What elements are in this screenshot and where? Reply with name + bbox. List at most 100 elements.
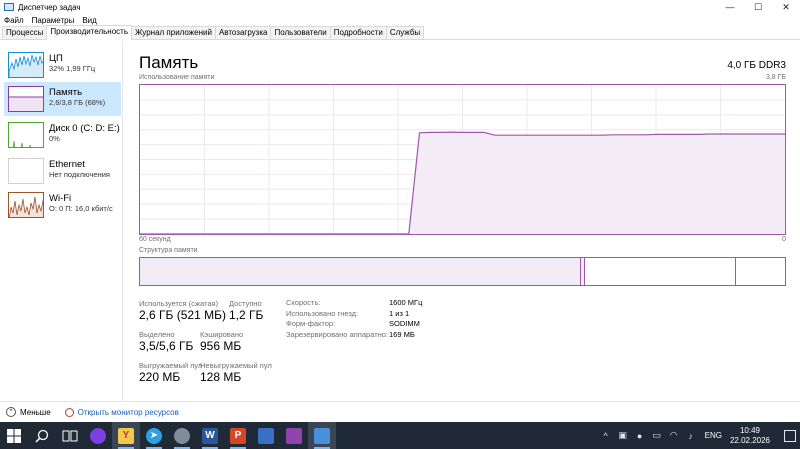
telegram-icon: ➤ xyxy=(146,427,162,444)
system-tray: ^ ▣ ● ▭ ◠ ♪ ENG 10:49 22.02.2026 xyxy=(599,422,800,449)
stat-label: Выделено xyxy=(139,330,175,339)
archive-icon xyxy=(286,427,302,444)
prop-key: Скорость: xyxy=(286,298,321,307)
structure-label: Структура памяти xyxy=(139,247,198,254)
yandex-browser-button[interactable]: Y xyxy=(112,422,140,449)
sidebar-item-memory[interactable]: Память 2,6/3,8 ГБ (68%) xyxy=(4,82,121,116)
minimize-button[interactable]: — xyxy=(716,0,744,14)
stat-paged-pool: Выгружаемый пул 220 МБ xyxy=(139,361,202,385)
word-icon: W xyxy=(202,427,218,444)
tab-performance[interactable]: Производительность xyxy=(46,25,132,40)
prop-value: 1600 МГц xyxy=(389,298,423,307)
task-manager-icon xyxy=(314,427,330,444)
sidebar-item-sub: О: 0 П: 16,0 кбит/с xyxy=(49,204,113,213)
tab-users[interactable]: Пользователи xyxy=(270,26,331,39)
memory-thumbnail xyxy=(8,86,44,112)
powerpoint-icon: P xyxy=(230,427,246,444)
window-title: Диспетчер задач xyxy=(18,2,81,12)
tray-app-icon[interactable]: ▣ xyxy=(616,429,630,443)
sidebar-item-wifi[interactable]: Wi-Fi О: 0 П: 16,0 кбит/с xyxy=(4,188,121,222)
stat-nonpaged-pool: Невыгружаемый пул 128 МБ xyxy=(200,361,272,385)
floppy-icon xyxy=(258,427,274,444)
close-button[interactable]: ✕ xyxy=(772,0,800,14)
stat-value: 128 МБ xyxy=(200,370,242,384)
app-icon xyxy=(174,427,190,444)
telegram-button[interactable]: ➤ xyxy=(140,422,168,449)
yandex-browser-icon: Y xyxy=(118,427,134,444)
stat-available: Доступно 1,2 ГБ xyxy=(229,299,263,323)
notifications-icon[interactable] xyxy=(784,429,796,442)
prop-value: 169 МБ xyxy=(389,329,415,339)
composition-free xyxy=(736,258,785,285)
menu-file[interactable]: Файл xyxy=(4,16,24,25)
sidebar-item-sub: 0% xyxy=(49,134,60,143)
search-icon xyxy=(35,429,49,443)
tab-app-history[interactable]: Журнал приложений xyxy=(131,26,216,39)
stat-value: 2,6 ГБ (521 МБ) xyxy=(139,308,226,322)
open-resource-monitor-link[interactable]: Открыть монитор ресурсов xyxy=(78,408,179,417)
sidebar-item-label: Ethernet xyxy=(49,159,85,170)
memory-usage-chart xyxy=(140,85,785,234)
menu-options[interactable]: Параметры xyxy=(32,16,75,25)
alice-button[interactable] xyxy=(84,422,112,449)
sidebar-item-ethernet[interactable]: Ethernet Нет подключения xyxy=(4,154,121,188)
clock[interactable]: 10:49 22.02.2026 xyxy=(730,426,770,446)
sidebar-item-cpu[interactable]: ЦП 32% 1,99 ГГц xyxy=(4,48,121,82)
archive-button[interactable] xyxy=(280,422,308,449)
tab-details[interactable]: Подробности xyxy=(329,26,387,39)
prop-value: SODIMM xyxy=(389,319,420,328)
stat-label: Кэшировано xyxy=(200,330,244,339)
app-button[interactable] xyxy=(168,422,196,449)
taskbar: Y ➤ W P ^ ▣ ● ▭ ◠ ♪ ENG 10:49 22.02.2026 xyxy=(0,422,800,449)
floppy-button[interactable] xyxy=(252,422,280,449)
page-title: Память xyxy=(139,53,199,72)
alice-icon xyxy=(90,427,106,444)
windows-start-icon xyxy=(7,428,21,443)
tab-startup[interactable]: Автозагрузка xyxy=(214,26,272,39)
tray-app-icon[interactable]: ● xyxy=(633,429,647,443)
task-manager-button[interactable] xyxy=(308,422,336,449)
resource-monitor-icon xyxy=(64,407,74,417)
title-bar: Диспетчер задач — ☐ ✕ xyxy=(0,0,800,14)
menu-view[interactable]: Вид xyxy=(82,16,96,25)
stat-label: Выгружаемый пул xyxy=(139,361,203,370)
sidebar-item-label: Память xyxy=(49,87,83,98)
clock-date: 22.02.2026 xyxy=(729,435,770,445)
sidebar-item-disk[interactable]: Диск 0 (C: D: E:) 0% xyxy=(4,118,121,152)
maximize-button[interactable]: ☐ xyxy=(744,0,772,14)
sidebar-item-sub: 2,6/3,8 ГБ (68%) xyxy=(49,98,106,107)
fewer-details-button[interactable]: Меньше xyxy=(20,408,51,417)
time-axis-right: 0 xyxy=(782,236,786,243)
start-button[interactable] xyxy=(0,422,28,449)
task-view-icon xyxy=(62,430,78,441)
prop-key: Форм-фактор: xyxy=(286,319,336,328)
task-manager-icon xyxy=(4,3,14,11)
window-controls: — ☐ ✕ xyxy=(716,0,800,14)
word-button[interactable]: W xyxy=(196,422,224,449)
stat-value: 1,2 ГБ xyxy=(229,308,264,322)
resource-sidebar: ЦП 32% 1,99 ГГц Память 2,6/3,8 ГБ (68%) … xyxy=(0,41,123,401)
task-view-button[interactable] xyxy=(56,422,84,449)
stat-value: 3,5/5,6 ГБ xyxy=(139,339,194,353)
tab-services[interactable]: Службы xyxy=(385,26,425,39)
chevron-up-icon[interactable]: ^ xyxy=(6,407,16,417)
stat-value: 956 МБ xyxy=(200,339,242,353)
stat-label: Невыгружаемый пул xyxy=(200,361,272,370)
wifi-thumbnail xyxy=(8,192,44,218)
memory-spec: 4,0 ГБ DDR3 xyxy=(727,60,786,71)
stat-in-use: Используется (сжатая) 2,6 ГБ (521 МБ) xyxy=(139,299,226,323)
sidebar-item-label: ЦП xyxy=(49,53,63,64)
chevron-up-icon[interactable]: ^ xyxy=(599,429,613,443)
usage-label: Использование памяти xyxy=(139,74,215,81)
powerpoint-button[interactable]: P xyxy=(224,422,252,449)
input-language[interactable]: ENG xyxy=(705,431,722,440)
sidebar-item-label: Wi-Fi xyxy=(49,193,72,204)
stat-label: Используется (сжатая) xyxy=(139,299,219,308)
tab-processes[interactable]: Процессы xyxy=(2,26,48,39)
battery-icon[interactable]: ▭ xyxy=(650,429,664,443)
prop-value: 1 из 1 xyxy=(389,308,410,318)
memory-composition-bar xyxy=(139,257,786,286)
search-button[interactable] xyxy=(28,422,56,449)
wifi-icon[interactable]: ◠ xyxy=(667,429,681,443)
volume-icon[interactable]: ♪ xyxy=(684,429,698,443)
